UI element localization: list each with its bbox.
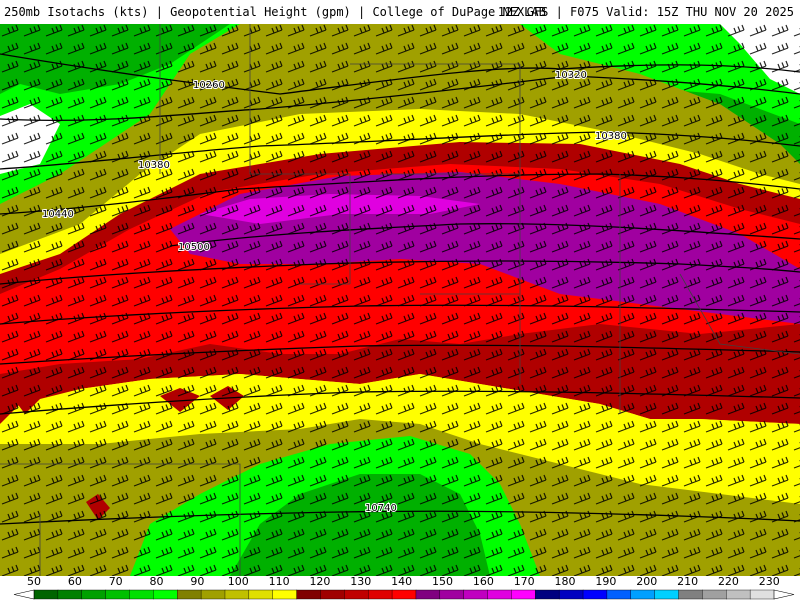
legend-swatch <box>678 589 703 600</box>
legend-swatch <box>702 589 727 600</box>
legend-swatch <box>415 589 441 600</box>
legend-label: 140 <box>391 575 413 588</box>
legend-label: 90 <box>190 575 205 588</box>
legend-swatch <box>726 589 751 600</box>
legend-swatch <box>582 589 608 600</box>
contour-label-10260: 10260 <box>193 80 225 91</box>
legend-label: 220 <box>717 575 739 588</box>
legend-swatch <box>344 589 369 600</box>
header-title-left: 250mb Isotachs (kts) | Geopotential Heig… <box>4 5 546 19</box>
legend-label: 170 <box>513 575 535 588</box>
legend-strip <box>13 589 795 600</box>
map-header: 250mb Isotachs (kts) | Geopotential Heig… <box>0 0 800 24</box>
legend-swatch <box>200 589 226 600</box>
contour-label-10380-west: 10380 <box>138 160 170 171</box>
legend-swatch <box>535 589 560 600</box>
legend-swatch <box>320 589 345 600</box>
contour-label-10440: 10440 <box>42 209 74 220</box>
legend-swatch <box>81 589 107 600</box>
legend-swatch <box>606 589 632 600</box>
legend-labels: 50 60 70 80 90 100 110 120 130 140 150 160 170 180 190… <box>0 576 800 589</box>
legend-swatch <box>224 589 250 600</box>
legend-swatch <box>296 589 321 600</box>
legend-label: 110 <box>268 575 290 588</box>
legend-arrow-right <box>773 589 795 600</box>
legend-swatch <box>367 589 393 600</box>
wind-barbs-layer <box>0 24 800 576</box>
legend-label: 120 <box>309 575 331 588</box>
contour-label-10380-east: 10380 <box>595 131 627 142</box>
legend-swatch <box>558 589 584 600</box>
contour-label-10320: 10320 <box>555 70 587 81</box>
legend-swatch <box>749 589 775 600</box>
legend-label: 50 <box>27 575 41 588</box>
legend-swatch <box>105 589 130 600</box>
legend-swatch <box>272 589 298 600</box>
legend-label: 100 <box>227 575 249 588</box>
legend-label: 180 <box>554 575 576 588</box>
contour-label-10500: 10500 <box>178 242 210 253</box>
legend-label: 130 <box>350 575 372 588</box>
legend-label: 160 <box>472 575 494 588</box>
legend-label: 60 <box>67 575 82 588</box>
legend-swatch <box>630 589 656 600</box>
legend-swatch <box>439 589 465 600</box>
legend-swatch <box>33 589 59 600</box>
legend-label: 80 <box>149 575 164 588</box>
header-title-right: 12Z GFS | F075 Valid: 15Z THU NOV 20 202… <box>497 5 794 19</box>
legend-swatch <box>177 589 202 600</box>
legend-swatch <box>511 589 536 600</box>
legend-swatch <box>487 589 512 600</box>
legend-label: 230 <box>758 575 780 588</box>
legend-label: 190 <box>595 575 617 588</box>
legend-swatch <box>153 589 178 600</box>
legend-swatch <box>248 589 274 600</box>
legend-arrow-left <box>13 589 35 600</box>
legend-label: 70 <box>108 575 123 588</box>
isotach-color-legend: 50 60 70 80 90 100 110 120 130 140 150 160 170 180 190… <box>0 576 800 600</box>
legend-swatch <box>57 589 83 600</box>
legend-swatch <box>463 589 489 600</box>
legend-swatch <box>129 589 154 600</box>
weather-map[interactable]: 10260 10320 10380 10380 10440 10500 1074… <box>0 24 800 576</box>
legend-label: 200 <box>636 575 658 588</box>
legend-label: 150 <box>432 575 453 588</box>
legend-swatch <box>654 589 680 600</box>
contour-label-10740: 10740 <box>365 503 397 514</box>
legend-swatch <box>391 589 417 600</box>
legend-label: 210 <box>677 575 699 588</box>
